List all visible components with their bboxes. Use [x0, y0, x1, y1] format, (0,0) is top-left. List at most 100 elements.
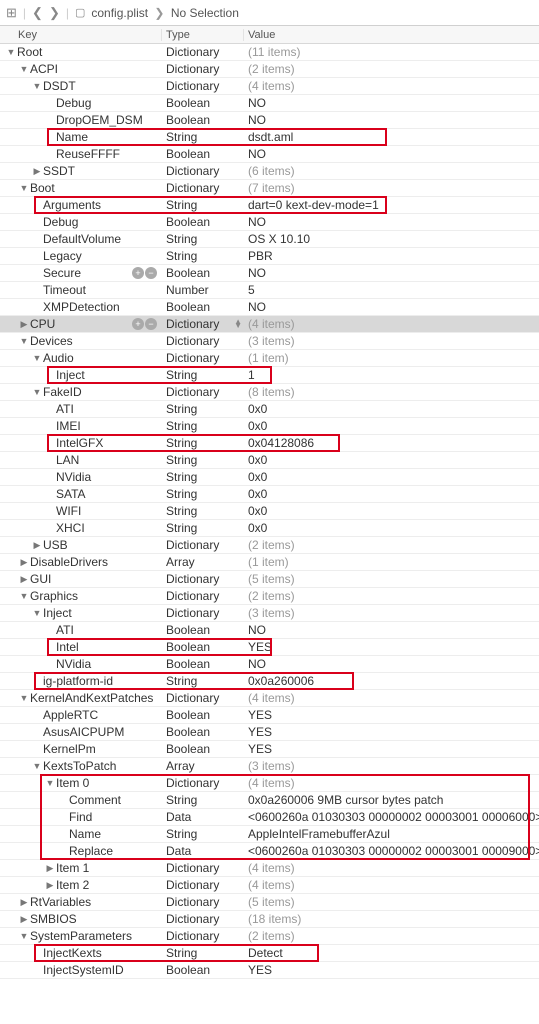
disclosure-down-icon[interactable]: ▼	[19, 931, 29, 941]
row-type[interactable]: String	[162, 504, 244, 518]
row-type[interactable]: Dictionary	[162, 385, 244, 399]
disclosure-down-icon[interactable]: ▼	[19, 183, 29, 193]
table-row[interactable]: ▶ArgumentsStringdart=0 kext-dev-mode=1	[0, 197, 539, 214]
row-key[interactable]: DisableDrivers	[30, 555, 108, 569]
row-key[interactable]: Legacy	[43, 249, 82, 263]
table-row[interactable]: ▶USBDictionary(2 items)	[0, 537, 539, 554]
row-type[interactable]: Dictionary▲▼	[162, 317, 244, 331]
header-key[interactable]: Key	[0, 29, 162, 41]
row-type[interactable]: Array	[162, 555, 244, 569]
table-row[interactable]: ▶CPU+−Dictionary▲▼(4 items)	[0, 316, 539, 333]
row-key[interactable]: NVidia	[56, 470, 91, 484]
table-row[interactable]: ▶ReuseFFFFBooleanNO	[0, 146, 539, 163]
table-row[interactable]: ▼RootDictionary(11 items)	[0, 44, 539, 61]
add-button[interactable]: +	[132, 267, 144, 279]
disclosure-right-icon[interactable]: ▶	[45, 880, 55, 890]
row-type[interactable]: Boolean	[162, 623, 244, 637]
row-key[interactable]: KextsToPatch	[43, 759, 116, 773]
row-type[interactable]: String	[162, 130, 244, 144]
header-value[interactable]: Value	[244, 29, 539, 41]
row-type[interactable]: Boolean	[162, 147, 244, 161]
table-row[interactable]: ▶NVidiaString0x0	[0, 469, 539, 486]
row-key[interactable]: KernelPm	[43, 742, 96, 756]
row-key[interactable]: XHCI	[56, 521, 85, 535]
row-type[interactable]: Boolean	[162, 266, 244, 280]
row-key[interactable]: LAN	[56, 453, 79, 467]
table-row[interactable]: ▼ACPIDictionary(2 items)	[0, 61, 539, 78]
table-row[interactable]: ▶AppleRTCBooleanYES	[0, 707, 539, 724]
row-value[interactable]: NO	[244, 96, 539, 110]
row-type[interactable]: Dictionary	[162, 776, 244, 790]
breadcrumb[interactable]: config.plist ❯ No Selection	[91, 6, 239, 20]
row-value[interactable]: 0x0a260006 9MB cursor bytes patch	[244, 793, 539, 807]
table-row[interactable]: ▼FakeIDDictionary(8 items)	[0, 384, 539, 401]
row-key[interactable]: CPU	[30, 317, 55, 331]
table-row[interactable]: ▶IntelBooleanYES	[0, 639, 539, 656]
row-value[interactable]: OS X 10.10	[244, 232, 539, 246]
add-remove-buttons[interactable]: +−	[132, 318, 157, 330]
table-row[interactable]: ▶IMEIString0x0	[0, 418, 539, 435]
table-row[interactable]: ▶GUIDictionary(5 items)	[0, 571, 539, 588]
row-type[interactable]: Data	[162, 844, 244, 858]
table-row[interactable]: ▶LANString0x0	[0, 452, 539, 469]
row-type[interactable]: Boolean	[162, 725, 244, 739]
row-value[interactable]: YES	[244, 742, 539, 756]
row-key[interactable]: IntelGFX	[56, 436, 103, 450]
disclosure-down-icon[interactable]: ▼	[32, 81, 42, 91]
row-type[interactable]: String	[162, 674, 244, 688]
row-type[interactable]: Dictionary	[162, 691, 244, 705]
disclosure-down-icon[interactable]: ▼	[32, 608, 42, 618]
type-selector-icon[interactable]: ▲▼	[234, 320, 242, 328]
row-key[interactable]: SystemParameters	[30, 929, 132, 943]
disclosure-down-icon[interactable]: ▼	[45, 778, 55, 788]
row-key[interactable]: Boot	[30, 181, 55, 195]
row-value[interactable]: dsdt.aml	[244, 130, 539, 144]
row-type[interactable]: Boolean	[162, 657, 244, 671]
row-type[interactable]: Boolean	[162, 215, 244, 229]
row-key[interactable]: Inject	[56, 368, 85, 382]
table-row[interactable]: ▼KernelAndKextPatchesDictionary(4 items)	[0, 690, 539, 707]
row-value[interactable]: 0x0	[244, 487, 539, 501]
header-type[interactable]: Type	[162, 29, 244, 41]
disclosure-right-icon[interactable]: ▶	[19, 897, 29, 907]
row-value[interactable]: NO	[244, 147, 539, 161]
row-type[interactable]: Dictionary	[162, 878, 244, 892]
row-key[interactable]: ig-platform-id	[43, 674, 113, 688]
disclosure-right-icon[interactable]: ▶	[32, 540, 42, 550]
row-key[interactable]: WIFI	[56, 504, 81, 518]
row-key[interactable]: SSDT	[43, 164, 75, 178]
row-type[interactable]: String	[162, 946, 244, 960]
row-type[interactable]: Dictionary	[162, 334, 244, 348]
row-value[interactable]: <0600260a 01030303 00000002 00003001 000…	[244, 844, 539, 858]
disclosure-right-icon[interactable]: ▶	[19, 574, 29, 584]
row-key[interactable]: Timeout	[43, 283, 86, 297]
row-type[interactable]: String	[162, 521, 244, 535]
table-row[interactable]: ▼DevicesDictionary(3 items)	[0, 333, 539, 350]
disclosure-down-icon[interactable]: ▼	[19, 591, 29, 601]
row-key[interactable]: ATI	[56, 623, 74, 637]
table-row[interactable]: ▼SystemParametersDictionary(2 items)	[0, 928, 539, 945]
table-row[interactable]: ▶ATIString0x0	[0, 401, 539, 418]
row-key[interactable]: InjectSystemID	[43, 963, 124, 977]
table-row[interactable]: ▶AsusAICPUPMBooleanYES	[0, 724, 539, 741]
row-type[interactable]: Boolean	[162, 742, 244, 756]
table-row[interactable]: ▶InjectString1	[0, 367, 539, 384]
table-row[interactable]: ▶TimeoutNumber5	[0, 282, 539, 299]
back-icon[interactable]: ❮	[32, 5, 43, 21]
table-row[interactable]: ▼BootDictionary(7 items)	[0, 180, 539, 197]
row-key[interactable]: Root	[17, 45, 42, 59]
row-type[interactable]: String	[162, 402, 244, 416]
table-row[interactable]: ▶NVidiaBooleanNO	[0, 656, 539, 673]
row-key[interactable]: Graphics	[30, 589, 78, 603]
row-key[interactable]: DSDT	[43, 79, 76, 93]
row-key[interactable]: SMBIOS	[30, 912, 77, 926]
row-value[interactable]: PBR	[244, 249, 539, 263]
row-type[interactable]: Dictionary	[162, 351, 244, 365]
plist-tree[interactable]: ▼RootDictionary(11 items)▼ACPIDictionary…	[0, 44, 539, 979]
table-row[interactable]: ▶ig-platform-idString0x0a260006	[0, 673, 539, 690]
row-key[interactable]: GUI	[30, 572, 51, 586]
row-type[interactable]: String	[162, 470, 244, 484]
row-value[interactable]: dart=0 kext-dev-mode=1	[244, 198, 539, 212]
row-value[interactable]: NO	[244, 215, 539, 229]
table-row[interactable]: ▶NameStringdsdt.aml	[0, 129, 539, 146]
